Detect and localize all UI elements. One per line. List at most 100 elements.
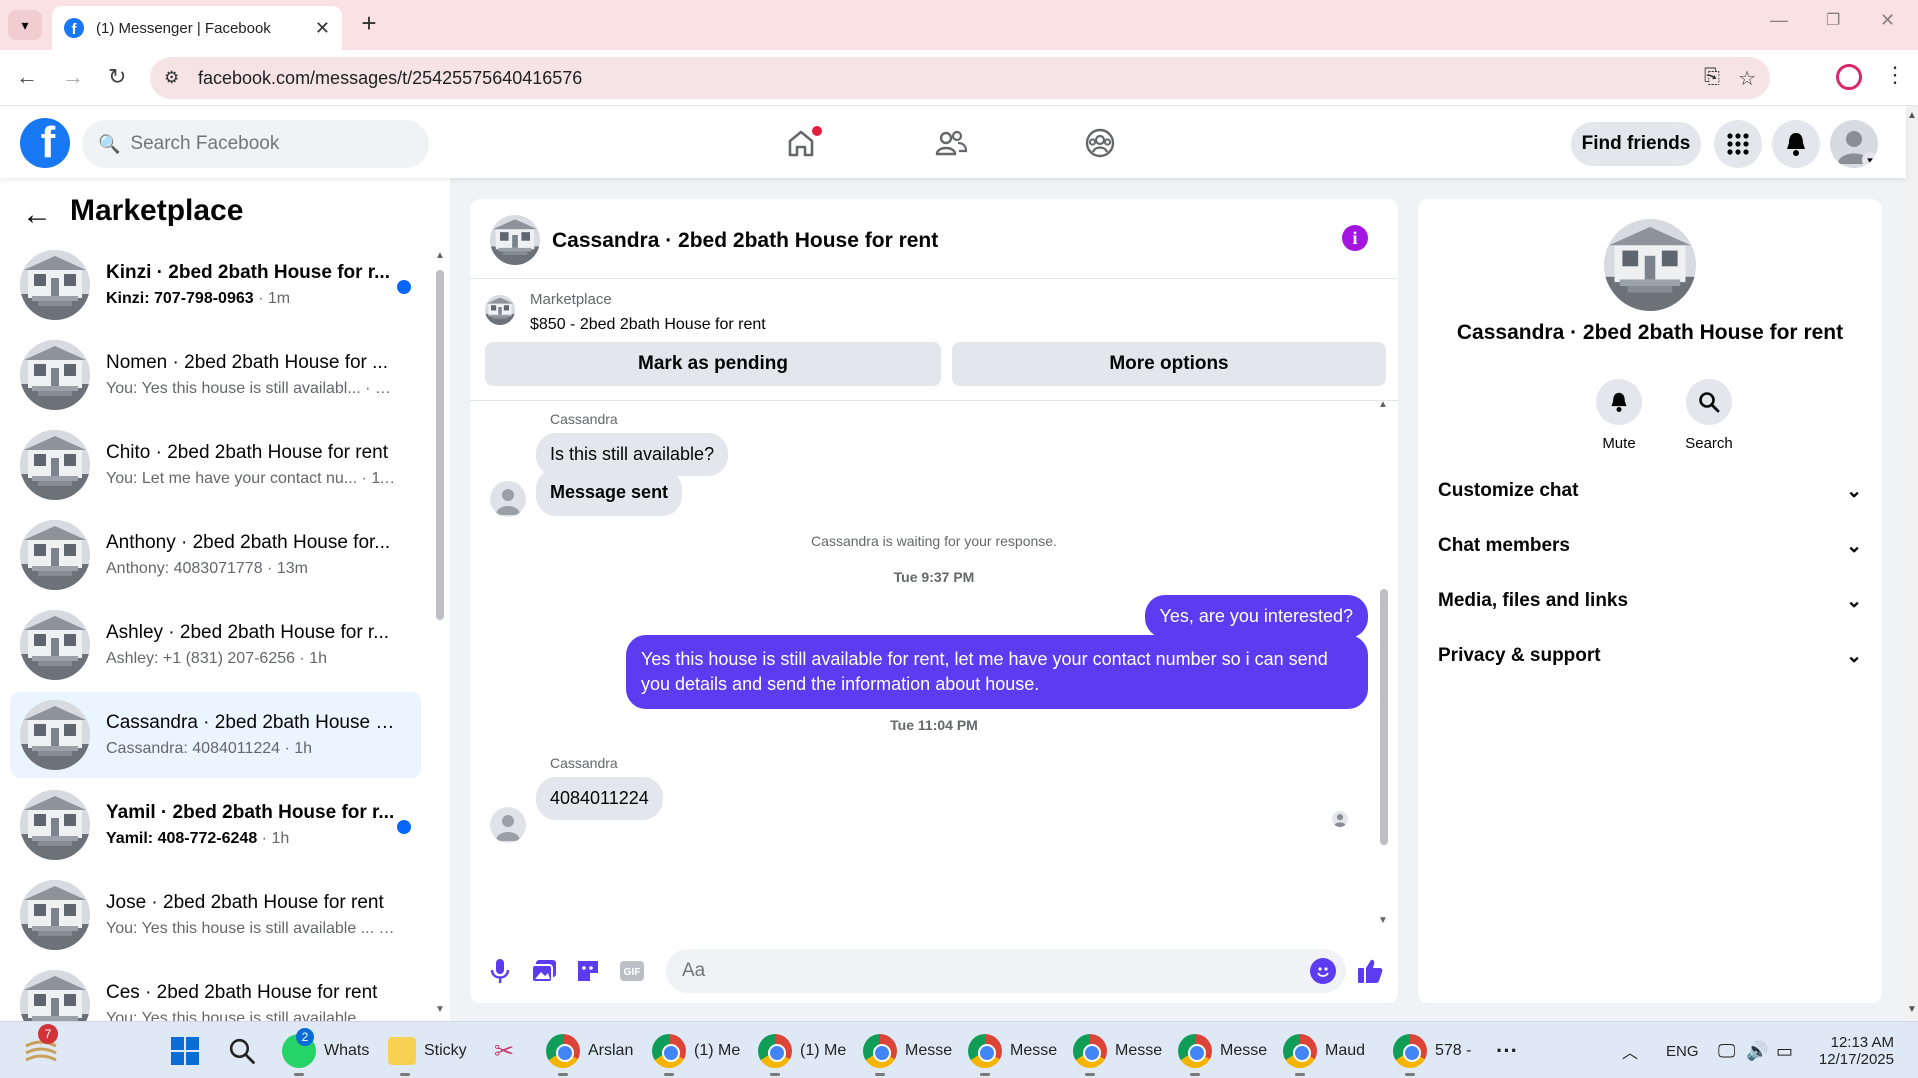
address-bar[interactable]: ⚙ facebook.com/messages/t/25425575640416… bbox=[150, 57, 1770, 99]
taskbar-overflow-icon[interactable]: ··· bbox=[1496, 1032, 1518, 1070]
incoming-message[interactable]: 4084011224 bbox=[536, 777, 663, 820]
taskbar-sticky-notes[interactable]: Sticky bbox=[388, 1032, 467, 1076]
customize-chat-section[interactable]: Customize chat ⌄ bbox=[1438, 469, 1862, 513]
back-icon[interactable]: ← bbox=[16, 64, 38, 90]
incoming-message[interactable]: Message sent bbox=[536, 469, 683, 516]
account-chevron-down-icon[interactable]: ▾ bbox=[1862, 152, 1878, 168]
friends-icon[interactable] bbox=[928, 120, 974, 166]
taskbar-chrome-arslan[interactable]: Arslan bbox=[546, 1032, 633, 1076]
facebook-search-input[interactable] bbox=[130, 133, 391, 155]
menu-grid-icon[interactable] bbox=[1714, 120, 1762, 168]
chat-members-section[interactable]: Chat members ⌄ bbox=[1438, 524, 1862, 568]
listing-title[interactable]: $850 - 2bed 2bath House for rent bbox=[530, 316, 766, 334]
home-icon[interactable] bbox=[778, 120, 824, 166]
taskbar-snipping-tool[interactable]: ✂ bbox=[494, 1032, 514, 1070]
scroll-up-arrow-icon[interactable]: ▲ bbox=[1378, 399, 1388, 410]
scrollbar-thumb[interactable] bbox=[1380, 589, 1388, 845]
conversation-item[interactable]: Ashley · 2bed 2bath House for r... Ashley… bbox=[10, 602, 421, 688]
scrollbar-thumb[interactable] bbox=[436, 270, 444, 620]
browser-tab[interactable]: f (1) Messenger | Facebook ✕ bbox=[52, 6, 342, 50]
more-options-button[interactable]: More options bbox=[952, 342, 1386, 386]
message-thread-scrollbar[interactable]: ▲ ▼ bbox=[1378, 399, 1390, 931]
listing-thumbnail[interactable] bbox=[485, 295, 515, 325]
conversation-item[interactable]: Jose · 2bed 2bath House for rent You: Yes… bbox=[10, 872, 421, 958]
conversation-item[interactable]: Anthony · 2bed 2bath House for... Anthony… bbox=[10, 512, 421, 598]
taskbar-label: (1) Me bbox=[694, 1042, 741, 1059]
minimize-window-icon[interactable]: — bbox=[1770, 10, 1788, 31]
taskbar-search-icon[interactable] bbox=[228, 1032, 256, 1070]
taskbar-chrome-messenger-2[interactable]: (1) Me bbox=[758, 1032, 846, 1076]
restore-window-icon[interactable]: ❐ bbox=[1826, 10, 1840, 30]
taskbar-chrome-messenger-4[interactable]: Messe bbox=[968, 1032, 1057, 1076]
battery-icon[interactable]: ▭ bbox=[1776, 1032, 1793, 1070]
gif-icon[interactable]: GIF bbox=[618, 957, 646, 985]
chat-title[interactable]: Cassandra · 2bed 2bath House for rent bbox=[552, 229, 938, 253]
chat-avatar[interactable] bbox=[490, 215, 540, 265]
back-arrow-icon[interactable]: ← bbox=[22, 198, 52, 232]
taskbar-chrome-maud[interactable]: Maud bbox=[1283, 1032, 1365, 1076]
microphone-icon[interactable] bbox=[486, 957, 514, 985]
message-input-box[interactable] bbox=[666, 949, 1346, 993]
tab-search-dropdown-icon[interactable]: ▾ bbox=[8, 10, 42, 40]
conversation-item[interactable]: Cassandra · 2bed 2bath House f... Cassand… bbox=[10, 692, 421, 778]
scroll-up-arrow-icon[interactable]: ▲ bbox=[435, 250, 445, 261]
browser-menu-icon[interactable]: ⋮ bbox=[1884, 62, 1906, 88]
media-files-links-section[interactable]: Media, files and links ⌄ bbox=[1438, 579, 1862, 623]
search-action[interactable]: Search bbox=[1664, 379, 1754, 452]
scroll-down-arrow-icon[interactable]: ▼ bbox=[435, 1004, 445, 1015]
site-settings-icon[interactable]: ⚙ bbox=[164, 68, 186, 88]
conversation-item[interactable]: Ces · 2bed 2bath House for rent You: Yes … bbox=[10, 962, 421, 1021]
network-icon[interactable]: 🖵 bbox=[1718, 1032, 1735, 1070]
mute-action[interactable]: Mute bbox=[1574, 379, 1664, 452]
taskbar-whatsapp[interactable]: 2 Whats bbox=[282, 1028, 369, 1076]
conversation-item[interactable]: Nomen · 2bed 2bath House for ... You: Yes… bbox=[10, 332, 421, 418]
taskbar-chrome-messenger-5[interactable]: Messe bbox=[1073, 1032, 1162, 1076]
like-thumb-icon[interactable] bbox=[1356, 957, 1384, 985]
outgoing-message[interactable]: Yes, are you interested? bbox=[1144, 595, 1368, 638]
install-app-icon[interactable]: ⎘ bbox=[1704, 66, 1720, 89]
forward-icon[interactable]: → bbox=[62, 64, 84, 90]
scroll-down-arrow-icon[interactable]: ▼ bbox=[1378, 915, 1388, 926]
photo-icon[interactable] bbox=[530, 957, 558, 985]
close-window-icon[interactable]: ✕ bbox=[1880, 10, 1895, 31]
account-avatar[interactable]: ▾ bbox=[1830, 120, 1878, 168]
show-hidden-icons-chevron-up-icon[interactable]: ︿ bbox=[1622, 1032, 1638, 1070]
chrome-icon bbox=[968, 1034, 1002, 1068]
taskbar-chrome-578[interactable]: 578 - bbox=[1393, 1032, 1471, 1076]
emoji-icon[interactable] bbox=[1310, 958, 1336, 984]
weather-widget[interactable]: 7 bbox=[24, 1024, 58, 1070]
privacy-support-section[interactable]: Privacy & support ⌄ bbox=[1438, 634, 1862, 678]
outgoing-message[interactable]: Yes this house is still available for re… bbox=[626, 635, 1368, 709]
conversation-item[interactable]: Yamil · 2bed 2bath House for r... Yamil: … bbox=[10, 782, 421, 868]
system-clock[interactable]: 12:13 AM 12/17/2025 bbox=[1814, 1028, 1894, 1074]
sticker-icon[interactable] bbox=[574, 957, 602, 985]
bookmark-star-icon[interactable]: ☆ bbox=[1738, 66, 1756, 91]
scroll-up-arrow-icon[interactable]: ▲ bbox=[1907, 110, 1917, 121]
conversation-list-scrollbar[interactable]: ▲ ▼ bbox=[434, 250, 445, 1018]
notifications-bell-icon[interactable] bbox=[1772, 120, 1820, 168]
conversation-avatar[interactable] bbox=[1604, 219, 1696, 311]
close-tab-icon[interactable]: ✕ bbox=[315, 18, 330, 39]
taskbar-chrome-messenger-1[interactable]: (1) Me bbox=[652, 1032, 741, 1076]
groups-icon[interactable] bbox=[1077, 120, 1123, 166]
start-button[interactable] bbox=[170, 1032, 200, 1070]
mark-as-pending-button[interactable]: Mark as pending bbox=[485, 342, 941, 386]
input-language[interactable]: ENG bbox=[1666, 1032, 1699, 1070]
taskbar-chrome-messenger-3[interactable]: Messe bbox=[863, 1032, 952, 1076]
find-friends-button[interactable]: Find friends bbox=[1571, 122, 1701, 166]
facebook-logo-icon[interactable]: f bbox=[20, 118, 70, 168]
mute-bell-icon[interactable] bbox=[1596, 379, 1642, 425]
volume-icon[interactable]: 🔊 bbox=[1746, 1032, 1768, 1070]
conversation-item[interactable]: Chito · 2bed 2bath House for rent You: Le… bbox=[10, 422, 421, 508]
profile-icon[interactable] bbox=[1836, 64, 1862, 90]
facebook-search[interactable]: 🔍 bbox=[82, 120, 429, 168]
info-icon[interactable]: i bbox=[1342, 225, 1368, 251]
search-icon[interactable] bbox=[1686, 379, 1732, 425]
reload-icon[interactable]: ↻ bbox=[108, 64, 126, 90]
scroll-down-arrow-icon[interactable]: ▼ bbox=[1907, 1004, 1917, 1015]
message-input[interactable] bbox=[682, 960, 1282, 982]
new-tab-button[interactable]: + bbox=[352, 8, 386, 39]
page-scrollbar[interactable]: ▲ ▼ bbox=[1906, 106, 1918, 1021]
taskbar-chrome-messenger-6[interactable]: Messe bbox=[1178, 1032, 1267, 1076]
conversation-item[interactable]: Kinzi · 2bed 2bath House for r... Kinzi: … bbox=[10, 242, 421, 328]
